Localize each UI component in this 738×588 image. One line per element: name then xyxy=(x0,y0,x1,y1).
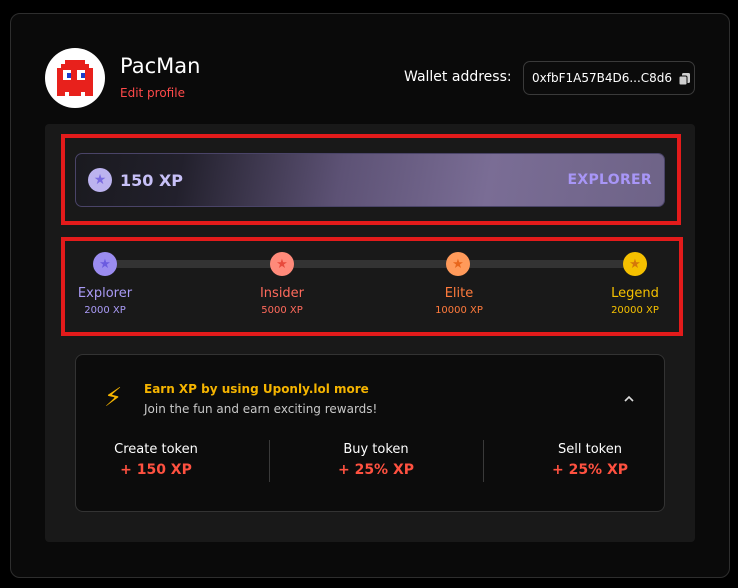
red-ghost-icon xyxy=(57,60,93,96)
action-label-buy: Buy token xyxy=(343,442,409,457)
action-label-sell: Sell token xyxy=(558,442,622,457)
action-value-sell: + 25% XP xyxy=(551,462,629,478)
divider xyxy=(269,440,270,482)
wallet-address: 0xfbF1A57B4D6...C8d6 xyxy=(532,71,673,85)
copy-icon[interactable] xyxy=(678,71,691,86)
earn-subtitle: Join the fun and earn exciting rewards! xyxy=(144,402,378,416)
wallet-address-field[interactable]: 0xfbF1A57B4D6...C8d6 xyxy=(523,61,695,95)
avatar[interactable] xyxy=(45,48,105,108)
xp-bar-highlight xyxy=(61,134,681,225)
chevron-up-icon[interactable] xyxy=(621,391,637,407)
earn-title: Earn XP by using Uponly.lol more xyxy=(144,382,369,396)
action-value-create: + 150 XP xyxy=(120,462,192,478)
action-value-buy: + 25% XP xyxy=(337,462,415,478)
lightning-icon: ⚡ xyxy=(104,383,123,413)
edit-profile-link[interactable]: Edit profile xyxy=(120,86,185,100)
action-label-create: Create token xyxy=(114,442,198,457)
level-progress-highlight xyxy=(61,237,683,336)
username: PacMan xyxy=(120,54,201,78)
divider xyxy=(483,440,484,482)
wallet-label: Wallet address: xyxy=(404,69,512,85)
earn-xp-card xyxy=(75,354,665,512)
